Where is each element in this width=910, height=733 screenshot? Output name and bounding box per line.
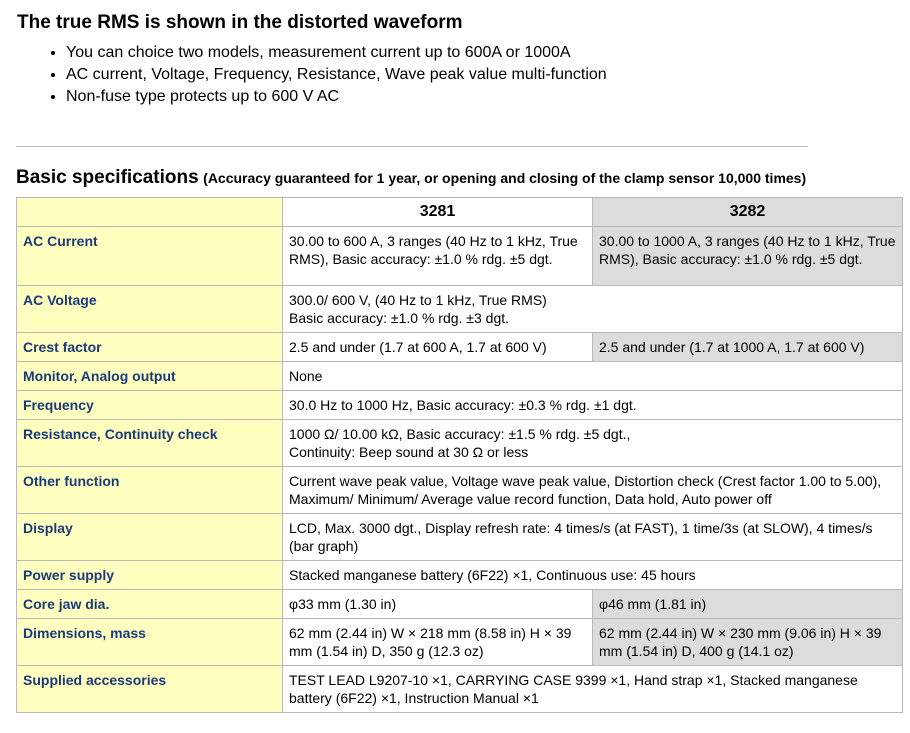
spec-body: AC Current 30.00 to 600 A, 3 ranges (40 H… <box>16 226 903 713</box>
spec-value-3281: 30.00 to 600 A, 3 ranges (40 Hz to 1 kHz… <box>282 226 593 286</box>
feature-bullet: Non-fuse type protects up to 600 V AC <box>66 86 607 108</box>
spec-row-label: Crest factor <box>16 332 283 362</box>
spec-value-shared: 300.0/ 600 V, (40 Hz to 1 kHz, True RMS)… <box>282 285 903 333</box>
spec-row-label: Dimensions, mass <box>16 618 283 666</box>
spec-row-label: Core jaw dia. <box>16 589 283 619</box>
spec-value-3282: 30.00 to 1000 A, 3 ranges (40 Hz to 1 kH… <box>592 226 903 286</box>
spec-value-shared: None <box>282 361 903 391</box>
spec-row: AC Voltage 300.0/ 600 V, (40 Hz to 1 kHz,… <box>16 285 903 333</box>
spec-row-label: Frequency <box>16 390 283 420</box>
feature-bullet: You can choice two models, measurement c… <box>66 42 607 64</box>
spec-value-3281: 2.5 and under (1.7 at 600 A, 1.7 at 600 … <box>282 332 593 362</box>
spec-header-row: 3281 3282 <box>16 197 903 227</box>
spec-value-shared: TEST LEAD L9207-10 ×1, CARRYING CASE 939… <box>282 665 903 713</box>
feature-list: You can choice two models, measurement c… <box>46 42 607 108</box>
feature-bullet: AC current, Voltage, Frequency, Resistan… <box>66 64 607 86</box>
spec-row-label: Display <box>16 513 283 561</box>
spec-row: Crest factor 2.5 and under (1.7 at 600 A,… <box>16 332 903 362</box>
spec-header-blank <box>16 197 283 227</box>
spec-value-shared: Stacked manganese battery (6F22) ×1, Con… <box>282 560 903 590</box>
spec-value-3281: 62 mm (2.44 in) W × 218 mm (8.58 in) H ×… <box>282 618 593 666</box>
spec-row-label: Power supply <box>16 560 283 590</box>
spec-row-label: Monitor, Analog output <box>16 361 283 391</box>
spec-row: Other function Current wave peak value, V… <box>16 466 903 514</box>
spec-row: Resistance, Continuity check 1000 Ω/ 10.0… <box>16 419 903 467</box>
spec-value-shared: 30.0 Hz to 1000 Hz, Basic accuracy: ±0.3… <box>282 390 903 420</box>
spec-row: Power supply Stacked manganese battery (6… <box>16 560 903 590</box>
spec-row-label: Resistance, Continuity check <box>16 419 283 467</box>
spec-row: Core jaw dia. φ33 mm (1.30 in) φ46 mm (1.8… <box>16 589 903 619</box>
spec-value-3282: φ46 mm (1.81 in) <box>592 589 903 619</box>
spec-value-3282: 62 mm (2.44 in) W × 230 mm (9.06 in) H ×… <box>592 618 903 666</box>
spec-row-label: AC Current <box>16 226 283 286</box>
specs-note: (Accuracy guaranteed for 1 year, or open… <box>203 170 807 186</box>
spec-row-label: AC Voltage <box>16 285 283 333</box>
spec-value-shared: LCD, Max. 3000 dgt., Display refresh rat… <box>282 513 903 561</box>
specs-title: Basic specifications <box>16 167 199 188</box>
spec-value-shared: Current wave peak value, Voltage wave pe… <box>282 466 903 514</box>
model-3282-header: 3282 <box>592 197 903 227</box>
spec-row: Frequency 30.0 Hz to 1000 Hz, Basic accur… <box>16 390 903 420</box>
spec-value-3281: φ33 mm (1.30 in) <box>282 589 593 619</box>
section-divider <box>16 146 808 147</box>
spec-value-shared: 1000 Ω/ 10.00 kΩ, Basic accuracy: ±1.5 %… <box>282 419 903 467</box>
spec-table: 3281 3282 AC Current 30.00 to 600 A, 3 ra… <box>16 197 903 713</box>
spec-row-label: Other function <box>16 466 283 514</box>
spec-row-label: Supplied accessories <box>16 665 283 713</box>
spec-row: Dimensions, mass 62 mm (2.44 in) W × 218 … <box>16 618 903 666</box>
page-title: The true RMS is shown in the distorted w… <box>17 12 463 33</box>
specs-heading: Basic specifications (Accuracy guarantee… <box>16 167 806 189</box>
spec-row: Display LCD, Max. 3000 dgt., Display refr… <box>16 513 903 561</box>
model-3281-header: 3281 <box>282 197 593 227</box>
spec-value-3282: 2.5 and under (1.7 at 1000 A, 1.7 at 600… <box>592 332 903 362</box>
spec-row: AC Current 30.00 to 600 A, 3 ranges (40 H… <box>16 226 903 286</box>
spec-row: Monitor, Analog output None <box>16 361 903 391</box>
spec-row: Supplied accessories TEST LEAD L9207-10 ×… <box>16 665 903 713</box>
